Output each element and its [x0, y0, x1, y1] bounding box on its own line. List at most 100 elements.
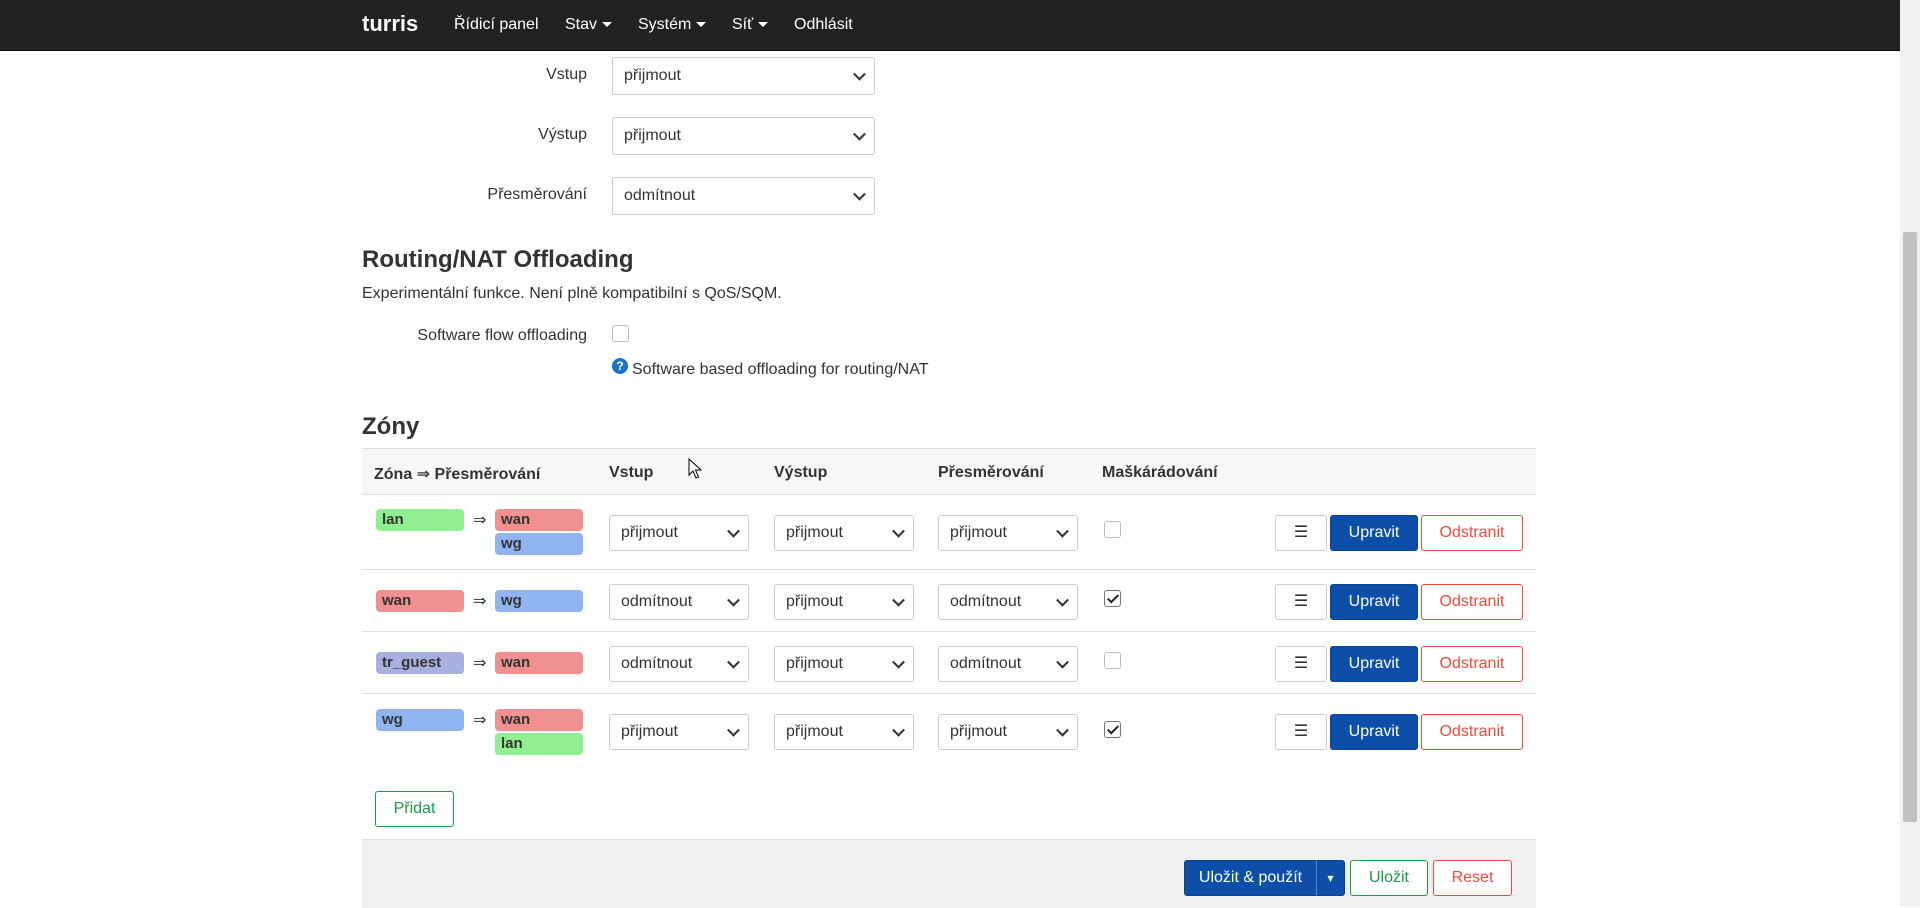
chevron-down-icon: [727, 655, 740, 669]
row-input-value: odmítnout: [621, 593, 693, 610]
row-forward-select[interactable]: přijmout: [938, 714, 1078, 750]
header-input: Vstup: [609, 464, 654, 481]
output-policy-label: Výstup: [538, 126, 587, 143]
row-output-value: přijmout: [786, 723, 843, 740]
header-forward: Přesměrování: [938, 464, 1044, 481]
forward-arrow: ⇒: [473, 712, 487, 729]
row-input-value: přijmout: [621, 723, 678, 740]
software-offloading-checkbox[interactable]: [612, 325, 629, 342]
input-policy-label: Vstup: [546, 66, 587, 83]
row-masquerade-checkbox[interactable]: [1104, 652, 1121, 669]
row-input-select[interactable]: odmítnout: [609, 646, 749, 682]
row-output-value: přijmout: [786, 655, 843, 672]
row-edit-button[interactable]: Upravit: [1330, 646, 1418, 682]
chevron-down-icon: [758, 22, 769, 28]
chevron-down-icon: [1056, 655, 1069, 669]
top-navbar: turris Řídicí panel Stav Systém Síť Odhl…: [0, 0, 1900, 51]
row-masquerade-checkbox[interactable]: [1104, 721, 1121, 738]
row-forward-value: odmítnout: [950, 593, 1022, 610]
zone-badge-wg: wg: [376, 709, 464, 731]
row-forward-select[interactable]: odmítnout: [938, 584, 1078, 620]
target-badge-lan: lan: [495, 733, 583, 755]
row-delete-button[interactable]: Odstranit: [1421, 646, 1523, 682]
header-output: Výstup: [774, 464, 828, 481]
help-icon: ?: [612, 358, 628, 374]
nav-logout[interactable]: Odhlásit: [794, 0, 853, 50]
row-input-select[interactable]: odmítnout: [609, 584, 749, 620]
header-masquerade: Maškárádování: [1102, 464, 1218, 481]
zones-table-header: Zóna ⇒ Přesměrování Vstup Výstup Přesměr…: [362, 448, 1536, 495]
row-edit-button[interactable]: Upravit: [1330, 714, 1418, 750]
nav-network[interactable]: Síť: [732, 0, 769, 50]
output-policy-select[interactable]: přijmout: [612, 117, 875, 155]
save-button[interactable]: Uložit: [1350, 860, 1428, 896]
output-policy-value: přijmout: [624, 127, 681, 144]
chevron-down-icon: [1056, 593, 1069, 607]
target-badge-wan: wan: [495, 709, 583, 731]
row-output-select[interactable]: přijmout: [774, 646, 914, 682]
chevron-down-icon: [892, 655, 905, 669]
row-output-select[interactable]: přijmout: [774, 515, 914, 551]
chevron-down-icon: [727, 524, 740, 538]
chevron-down-icon: [853, 127, 866, 141]
target-badge-wan: wan: [495, 509, 583, 531]
chevron-down-icon: [1056, 723, 1069, 737]
chevron-down-icon: [892, 593, 905, 607]
row-output-select[interactable]: přijmout: [774, 714, 914, 750]
forward-policy-select[interactable]: odmítnout: [612, 177, 875, 215]
row-forward-select[interactable]: přijmout: [938, 515, 1078, 551]
row-menu-button[interactable]: ☰: [1275, 584, 1327, 620]
mouse-cursor-icon: [688, 458, 702, 479]
row-input-select[interactable]: přijmout: [609, 714, 749, 750]
row-forward-value: přijmout: [950, 524, 1007, 541]
software-offloading-help: Software based offloading for routing/NA…: [632, 361, 929, 378]
row-menu-button[interactable]: ☰: [1275, 714, 1327, 750]
row-delete-button[interactable]: Odstranit: [1421, 714, 1523, 750]
input-policy-select[interactable]: přijmout: [612, 57, 875, 95]
chevron-down-icon: [696, 22, 707, 28]
chevron-down-icon: [1056, 524, 1069, 538]
scrollbar-thumb[interactable]: [1903, 232, 1917, 822]
row-masquerade-checkbox[interactable]: [1104, 590, 1121, 607]
row-input-select[interactable]: přijmout: [609, 515, 749, 551]
row-menu-button[interactable]: ☰: [1275, 515, 1327, 551]
nav-status[interactable]: Stav: [565, 0, 613, 50]
target-badge-wg: wg: [495, 590, 583, 612]
forward-arrow: ⇒: [473, 512, 487, 529]
nav-network-label: Síť: [732, 16, 754, 33]
nav-system-label: Systém: [638, 16, 692, 33]
forward-policy-label: Přesměrování: [487, 186, 587, 203]
row-delete-button[interactable]: Odstranit: [1421, 584, 1523, 620]
row-output-select[interactable]: přijmout: [774, 584, 914, 620]
header-zone-forward: Zóna ⇒ Přesměrování: [374, 466, 541, 483]
target-badge-wg: wg: [495, 533, 583, 555]
row-forward-select[interactable]: odmítnout: [938, 646, 1078, 682]
row-divider: [362, 631, 1536, 632]
row-divider: [362, 569, 1536, 570]
row-input-value: přijmout: [621, 524, 678, 541]
row-input-value: odmítnout: [621, 655, 693, 672]
row-forward-value: přijmout: [950, 723, 1007, 740]
reset-button[interactable]: Reset: [1433, 860, 1512, 896]
brand-logo[interactable]: turris: [362, 0, 418, 50]
row-masquerade-checkbox[interactable]: [1104, 521, 1121, 538]
row-output-value: přijmout: [786, 524, 843, 541]
zone-badge-wan: wan: [376, 590, 464, 612]
save-apply-dropdown-button[interactable]: ▾: [1316, 860, 1345, 896]
row-delete-button[interactable]: Odstranit: [1421, 515, 1523, 551]
row-output-value: přijmout: [786, 593, 843, 610]
row-menu-button[interactable]: ☰: [1275, 646, 1327, 682]
zone-badge-tr-guest: tr_guest: [376, 652, 464, 674]
offloading-title: Routing/NAT Offloading: [362, 246, 634, 273]
row-edit-button[interactable]: Upravit: [1330, 584, 1418, 620]
chevron-down-icon: [727, 593, 740, 607]
save-apply-button[interactable]: Uložit & použít: [1184, 860, 1317, 896]
nav-system[interactable]: Systém: [638, 0, 707, 50]
row-edit-button[interactable]: Upravit: [1330, 515, 1418, 551]
row-divider: [362, 693, 1536, 694]
nav-dashboard[interactable]: Řídicí panel: [454, 0, 539, 50]
zones-title: Zóny: [362, 413, 420, 440]
target-badge-wan: wan: [495, 652, 583, 674]
forward-policy-value: odmítnout: [624, 187, 696, 204]
add-zone-button[interactable]: Přidat: [375, 791, 454, 827]
